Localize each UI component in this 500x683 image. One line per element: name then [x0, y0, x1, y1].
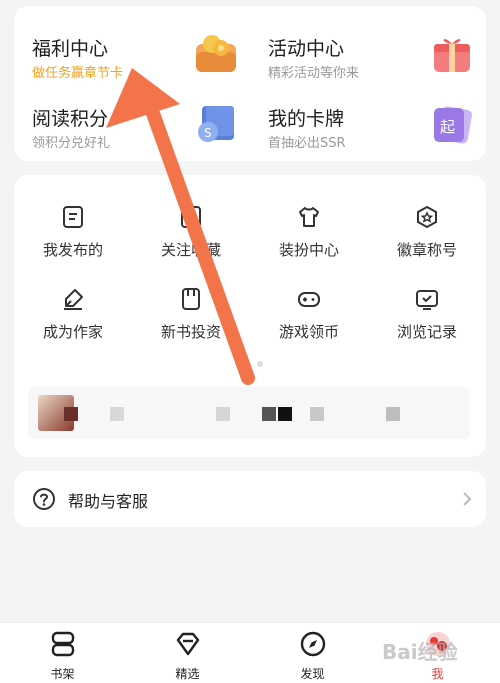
annotation-arrow — [106, 68, 255, 385]
tab-discover[interactable]: 发现 — [250, 623, 375, 683]
tab-label: 发现 — [300, 667, 325, 681]
watermark: Bai经验 — [382, 640, 458, 664]
tab-label: 精选 — [175, 667, 200, 681]
tab-featured[interactable]: 精选 — [125, 623, 250, 683]
tab-label: 书架 — [50, 667, 75, 681]
diamond-icon — [176, 632, 200, 656]
bookshelf-icon — [51, 631, 75, 657]
tab-bookshelf[interactable]: 书架 — [0, 623, 125, 683]
tab-label: 我 — [431, 667, 444, 681]
compass-icon — [300, 631, 326, 657]
